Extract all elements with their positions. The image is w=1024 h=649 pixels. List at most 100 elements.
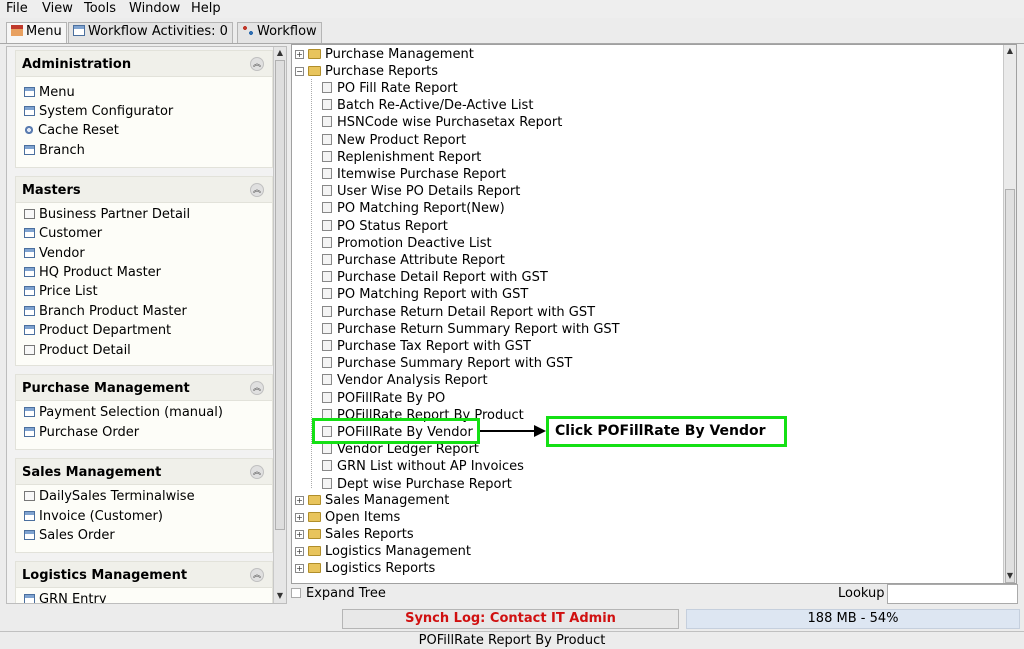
tree-report-item[interactable]: Batch Re-Active/De-Active List — [322, 97, 533, 114]
tree-report-item[interactable]: PO Matching Report(New) — [322, 200, 505, 217]
report-icon — [322, 374, 332, 386]
scroll-down-icon[interactable]: ▼ — [274, 590, 286, 602]
tree-label: Batch Re-Active/De-Active List — [337, 98, 534, 114]
item-label: GRN Entry — [39, 592, 107, 604]
menu-item-customer[interactable]: Customer — [24, 226, 102, 244]
menu-item-grn-entry[interactable]: GRN Entry — [24, 592, 107, 604]
left-scrollbar[interactable]: ▲ ▼ — [273, 47, 286, 603]
tree-report-item[interactable]: POFillRate By PO — [322, 390, 445, 407]
synch-log-button[interactable]: Synch Log: Contact IT Admin — [342, 609, 679, 629]
tree-folder-sales-management[interactable]: + Sales Management — [295, 492, 449, 509]
collapse-icon[interactable]: ︽ — [250, 568, 264, 582]
expand-icon[interactable]: + — [295, 496, 304, 505]
tab-workflow-activities[interactable]: Workflow Activities: 0 — [68, 22, 233, 43]
tree-folder-logistics-reports[interactable]: + Logistics Reports — [295, 560, 435, 577]
collapse-icon[interactable]: ︽ — [250, 465, 264, 479]
document-icon — [24, 209, 35, 219]
tab-workflow[interactable]: Workflow — [237, 22, 322, 43]
section-title: Purchase Management — [22, 381, 190, 396]
menu-item-vendor[interactable]: Vendor — [24, 246, 85, 264]
tree-report-item[interactable]: Purchase Detail Report with GST — [322, 269, 548, 286]
tree-report-item[interactable]: Promotion Deactive List — [322, 235, 492, 252]
menu-item-payment-selection[interactable]: Payment Selection (manual) — [24, 405, 223, 423]
scroll-up-icon[interactable]: ▲ — [1004, 45, 1016, 57]
report-icon — [322, 168, 332, 179]
tree-folder-sales-reports[interactable]: + Sales Reports — [295, 526, 414, 543]
window-icon — [24, 511, 35, 521]
tree-label: Replenishment Report — [337, 149, 482, 165]
tree-report-item[interactable]: PO Fill Rate Report — [322, 80, 458, 97]
tree-label: Purchase Tax Report with GST — [337, 339, 531, 354]
tree-report-item[interactable]: Replenishment Report — [322, 149, 481, 166]
menu-window[interactable]: Window — [129, 1, 180, 16]
menu-item-sales-order[interactable]: Sales Order — [24, 528, 115, 546]
menu-item-purchase-order[interactable]: Purchase Order — [24, 425, 139, 443]
tree-report-item[interactable]: GRN List without AP Invoices — [322, 458, 524, 475]
scroll-down-icon[interactable]: ▼ — [1004, 570, 1016, 582]
tree-report-item[interactable]: PO Status Report — [322, 218, 448, 235]
menu-item-price-list[interactable]: Price List — [24, 284, 98, 302]
menu-item-branch-product-master[interactable]: Branch Product Master — [24, 304, 187, 322]
tree-folder-purchase-management[interactable]: + Purchase Management — [295, 46, 474, 63]
menu-item-business-partner-detail[interactable]: Business Partner Detail — [24, 207, 190, 225]
scroll-thumb[interactable] — [1005, 189, 1015, 583]
scroll-up-icon[interactable]: ▲ — [274, 47, 286, 59]
report-icon — [322, 391, 332, 403]
menu-item-invoice-customer[interactable]: Invoice (Customer) — [24, 509, 163, 527]
tree-report-item[interactable]: Purchase Attribute Report — [322, 252, 505, 269]
menu-tools[interactable]: Tools — [84, 1, 116, 16]
scroll-thumb[interactable] — [275, 60, 285, 530]
collapse-icon[interactable]: ︽ — [250, 57, 264, 71]
menu-item-dailysales-terminalwise[interactable]: DailySales Terminalwise — [24, 489, 195, 507]
tree-folder-open-items[interactable]: + Open Items — [295, 509, 400, 526]
menu-item-hq-product-master[interactable]: HQ Product Master — [24, 265, 161, 283]
tree-report-item[interactable]: Purchase Summary Report with GST — [322, 355, 572, 372]
section-header: Purchase Management ︽ — [16, 375, 272, 401]
menu-item-product-detail[interactable]: Product Detail — [24, 343, 131, 361]
report-icon — [322, 254, 332, 265]
item-label: Customer — [39, 226, 103, 241]
menu-item-cache-reset[interactable]: Cache Reset — [24, 123, 119, 141]
tree-folder-purchase-reports[interactable]: − Purchase Reports — [295, 63, 438, 80]
home-icon — [11, 25, 23, 36]
menu-item-product-department[interactable]: Product Department — [24, 323, 171, 341]
collapse-icon[interactable]: ︽ — [250, 381, 264, 395]
tree-scrollbar[interactable]: ▲ ▼ — [1003, 45, 1016, 583]
tree-folder-logistics-management[interactable]: + Logistics Management — [295, 543, 471, 560]
tree-report-item[interactable]: Purchase Return Summary Report with GST — [322, 321, 620, 338]
tree-report-item[interactable]: PO Matching Report with GST — [322, 286, 528, 303]
expand-icon[interactable]: + — [295, 530, 304, 539]
tree-report-item[interactable]: Purchase Return Detail Report with GST — [322, 304, 595, 321]
tab-label: Workflow Activities: 0 — [88, 24, 228, 39]
collapse-icon[interactable]: ︽ — [250, 183, 264, 197]
section-masters: Masters ︽ Business Partner Detail Custom… — [15, 176, 273, 366]
expand-icon[interactable]: + — [295, 50, 304, 59]
menu-help[interactable]: Help — [191, 1, 221, 16]
folder-icon — [308, 529, 321, 539]
menu-item-branch[interactable]: Branch — [24, 143, 85, 161]
expand-tree-toggle[interactable]: Expand Tree — [291, 586, 386, 602]
collapse-icon[interactable]: − — [295, 67, 304, 76]
expand-icon[interactable]: + — [295, 547, 304, 556]
expand-icon[interactable]: + — [295, 513, 304, 522]
section-header: Masters ︽ — [16, 177, 272, 203]
report-tree: + Purchase Management − Purchase Reports P… — [291, 44, 1017, 584]
menu-item-menu[interactable]: Menu — [24, 85, 75, 103]
tree-report-item[interactable]: HSNCode wise Purchasetax Report — [322, 114, 562, 131]
menu-item-system-configurator[interactable]: System Configurator — [24, 104, 173, 122]
tree-report-item[interactable]: User Wise PO Details Report — [322, 183, 520, 200]
tree-report-item[interactable]: New Product Report — [322, 132, 466, 149]
expand-icon[interactable]: + — [295, 564, 304, 573]
checkbox-icon[interactable] — [291, 588, 301, 598]
menu-view[interactable]: View — [42, 1, 73, 16]
report-icon — [322, 202, 332, 214]
lookup-input[interactable] — [887, 584, 1018, 604]
tree-report-item[interactable]: Purchase Tax Report with GST — [322, 338, 531, 355]
menu-file[interactable]: File — [6, 1, 28, 16]
tree-report-item[interactable]: Dept wise Purchase Report — [322, 476, 512, 493]
item-label: Branch — [39, 143, 85, 158]
tab-menu[interactable]: Menu — [6, 22, 67, 43]
tree-report-item[interactable]: Vendor Analysis Report — [322, 372, 488, 389]
tree-label: Logistics Reports — [325, 561, 436, 576]
tree-report-item[interactable]: Itemwise Purchase Report — [322, 166, 506, 183]
